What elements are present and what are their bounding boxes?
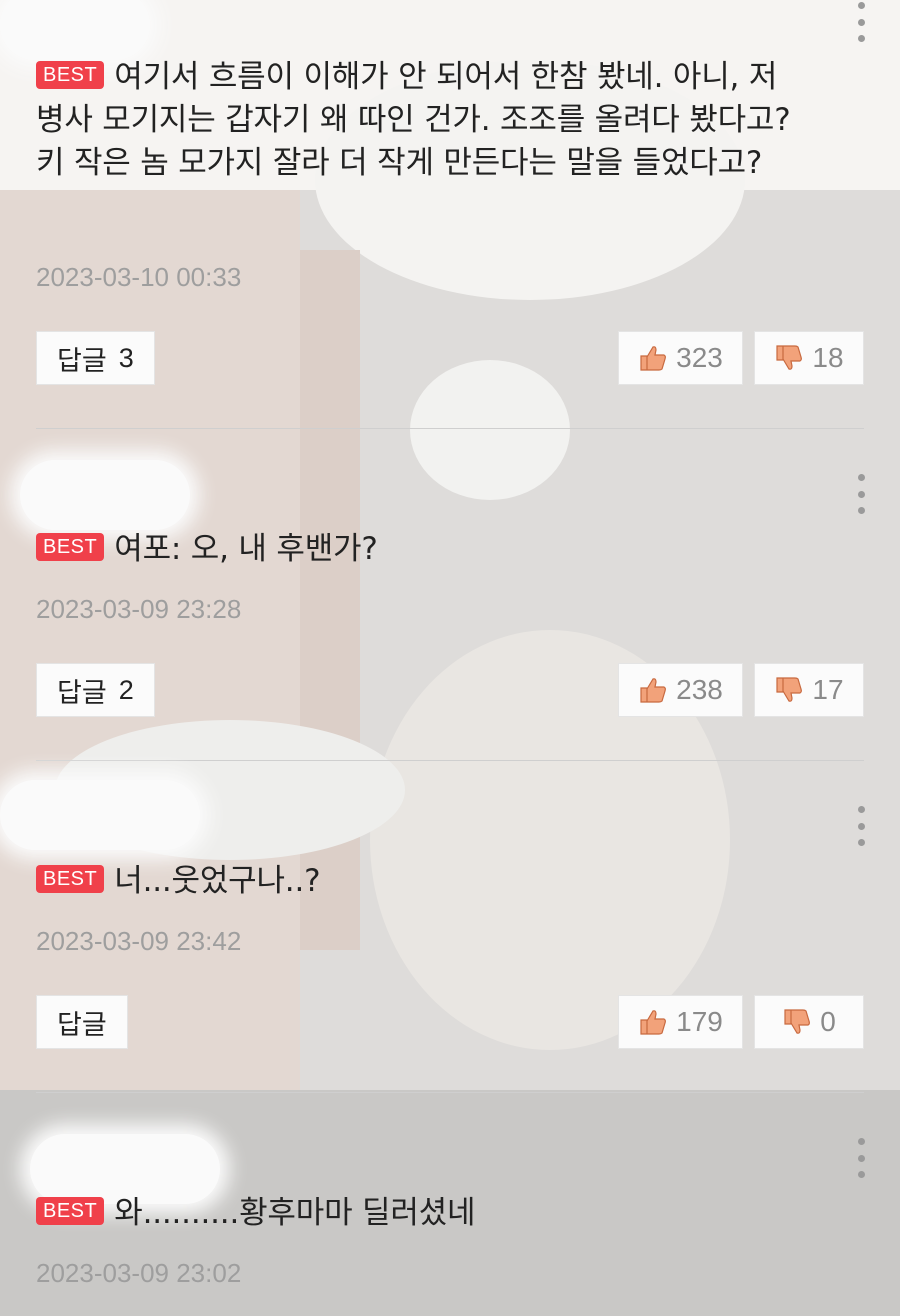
comment-item: BEST 너...웃었구나..? 2023-03-09 23:42 답글 179 … xyxy=(0,762,900,1092)
more-options-icon[interactable] xyxy=(852,2,870,42)
author-name-redacted xyxy=(0,780,200,850)
best-badge: BEST xyxy=(36,533,105,561)
more-options-icon[interactable] xyxy=(852,1138,870,1178)
reply-label: 답글 xyxy=(57,677,107,709)
thumbs-down-icon xyxy=(776,677,803,702)
like-count: 323 xyxy=(676,342,723,373)
thumbs-up-icon xyxy=(640,1010,667,1035)
thumbs-down-icon xyxy=(776,345,803,370)
dislike-button[interactable]: 18 xyxy=(754,331,864,385)
dislike-count: 17 xyxy=(812,674,844,705)
comment-text: 와..........황후마마 딜러셨네 xyxy=(114,1195,476,1231)
divider xyxy=(36,1092,864,1093)
comment-date: 2023-03-10 00:33 xyxy=(36,262,242,292)
reply-button[interactable]: 답글 2 xyxy=(36,663,155,717)
dislike-button[interactable]: 17 xyxy=(754,663,864,717)
reply-button[interactable]: 답글 xyxy=(36,995,128,1049)
comment-item: BEST 여포: 오, 내 후밴가? 2023-03-09 23:28 답글 2 2… xyxy=(0,430,900,760)
like-count: 179 xyxy=(676,1006,723,1037)
comment-text: 여기서 흐름이 이해가 안 되어서 한참 봤네. 아니, 저 병사 모기지는 갑… xyxy=(36,59,791,181)
like-button[interactable]: 179 xyxy=(618,995,743,1049)
like-button[interactable]: 238 xyxy=(618,663,743,717)
comment-text: 여포: 오, 내 후밴가? xyxy=(114,531,378,567)
reply-label: 답글 xyxy=(57,1009,107,1041)
thumbs-up-icon xyxy=(640,678,667,703)
reply-count: 3 xyxy=(118,342,134,373)
more-options-icon[interactable] xyxy=(852,806,870,846)
dislike-button[interactable]: 0 xyxy=(754,995,864,1049)
more-options-icon[interactable] xyxy=(852,474,870,514)
comment-item: BEST 여기서 흐름이 이해가 안 되어서 한참 봤네. 아니, 저 병사 모기… xyxy=(0,0,900,430)
divider xyxy=(36,760,864,761)
author-name-redacted xyxy=(0,0,150,60)
best-badge: BEST xyxy=(36,865,105,893)
dislike-count: 0 xyxy=(820,1006,836,1037)
thumbs-up-icon xyxy=(640,346,667,371)
like-button[interactable]: 323 xyxy=(618,331,743,385)
reply-count: 2 xyxy=(118,674,134,705)
comment-date: 2023-03-09 23:02 xyxy=(36,1258,242,1288)
comment-item: BEST 와..........황후마마 딜러셨네 2023-03-09 23:0… xyxy=(0,1094,900,1316)
best-badge: BEST xyxy=(36,1197,105,1225)
author-name-redacted xyxy=(20,460,190,530)
reply-button[interactable]: 답글 3 xyxy=(36,331,155,385)
like-count: 238 xyxy=(676,674,723,705)
comment-date: 2023-03-09 23:42 xyxy=(36,926,242,956)
comment-date: 2023-03-09 23:28 xyxy=(36,594,242,624)
reply-label: 답글 xyxy=(57,345,107,377)
comment-text: 너...웃었구나..? xyxy=(114,863,321,899)
dislike-count: 18 xyxy=(812,342,844,373)
thumbs-down-icon xyxy=(784,1009,811,1034)
best-badge: BEST xyxy=(36,61,105,89)
